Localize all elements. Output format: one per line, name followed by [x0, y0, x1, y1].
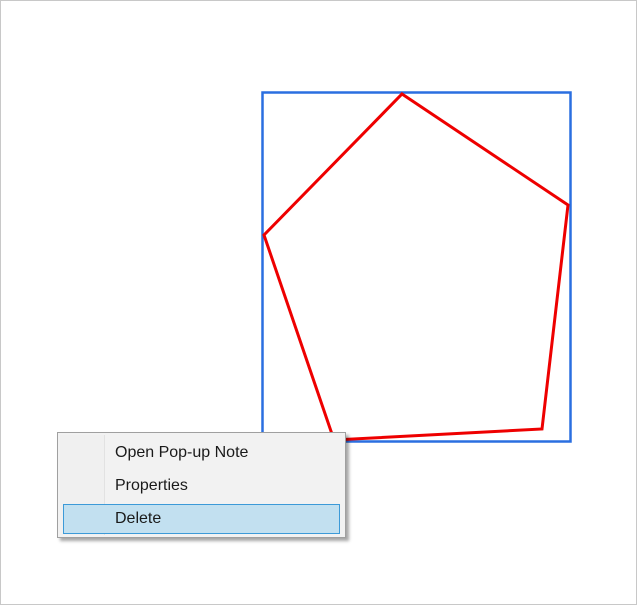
menu-item-label: Properties: [115, 477, 188, 494]
selection-bounding-box[interactable]: [261, 91, 572, 443]
menu-item-label: Open Pop-up Note: [115, 444, 249, 461]
menu-item-open-popup-note[interactable]: Open Pop-up Note: [63, 438, 340, 468]
menu-item-properties[interactable]: Properties: [63, 471, 340, 501]
polygon-annotation[interactable]: [262, 92, 570, 442]
menu-item-delete[interactable]: Delete: [63, 504, 340, 534]
menu-item-label: Delete: [115, 510, 162, 527]
document-canvas[interactable]: Open Pop-up Note Properties Delete: [0, 0, 637, 605]
context-menu: Open Pop-up Note Properties Delete: [57, 432, 346, 538]
